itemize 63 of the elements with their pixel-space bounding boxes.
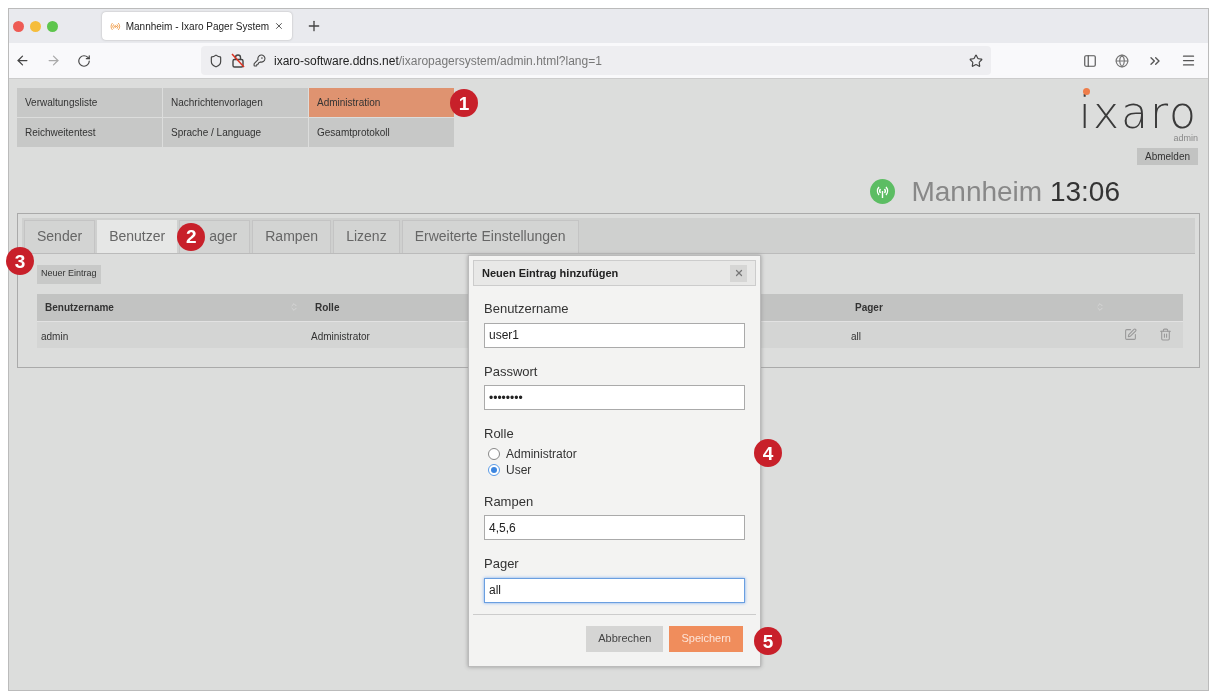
close-icon[interactable] [274, 20, 284, 32]
signal-icon [870, 179, 896, 204]
url-text: ixaro-software.ddns.net/ixaropagersystem/admin.html?lang=1 [274, 52, 602, 70]
input-field[interactable]: 4,5,6 [484, 515, 745, 540]
field-label: Pager [484, 555, 520, 573]
callout-badge: 5 [754, 627, 782, 655]
menu-icon[interactable] [1181, 53, 1196, 68]
close-window-icon[interactable] [13, 20, 24, 32]
browser-tab[interactable]: Mannheim - Ixaro Pager System [102, 12, 292, 40]
address-bar[interactable]: ixaro-software.ddns.net/ixaropagersystem/admin.html?lang=1 [201, 46, 991, 75]
menu-item[interactable]: Sprache / Language [163, 118, 308, 147]
delete-icon[interactable] [1159, 328, 1172, 341]
forward-icon[interactable] [46, 53, 61, 68]
bookmark-star-icon[interactable] [969, 53, 983, 68]
tab[interactable]: Benutzer [97, 219, 178, 253]
callout-badge: 4 [754, 439, 782, 467]
table-cell: admin [41, 330, 69, 342]
close-icon[interactable] [730, 264, 747, 282]
menu-item[interactable]: Nachrichtenvorlagen [163, 88, 308, 117]
tab[interactable]: ager [207, 219, 251, 253]
input-field[interactable]: user1 [484, 322, 745, 348]
callout-badge: 3 [6, 247, 34, 275]
location-time: Mannheim 13:06 [911, 174, 1120, 209]
user-role: admin [1173, 132, 1198, 145]
edit-icon[interactable] [1124, 328, 1137, 341]
callout-badge: 2 [177, 222, 206, 251]
radio-button[interactable] [488, 447, 500, 460]
input-field[interactable]: •••••••• [484, 385, 745, 410]
reload-icon[interactable] [77, 53, 91, 68]
logout-button[interactable]: Abmelden [1136, 147, 1198, 165]
menu-item[interactable]: Reichweitentest [17, 118, 162, 147]
tab[interactable]: Rampen [252, 219, 332, 253]
lock-slash-icon [231, 53, 245, 68]
callout-badge: 1 [450, 89, 478, 117]
cancel-button[interactable]: Abbrechen [586, 625, 664, 652]
menu-item[interactable]: Verwaltungsliste [17, 88, 162, 117]
menu-item[interactable]: Gesamtprotokoll [309, 118, 454, 147]
radio-label: User [506, 461, 532, 479]
new-entry-button[interactable]: Neuer Eintrag [37, 264, 101, 284]
column-header[interactable]: Rolle [315, 299, 340, 315]
radio-button[interactable] [488, 463, 500, 476]
table-cell: Administrator [311, 330, 370, 342]
tab[interactable]: Sender [24, 219, 96, 253]
sidebar-icon[interactable] [1083, 53, 1097, 68]
field-label: Rolle [484, 425, 515, 443]
field-label: Passwort [484, 362, 539, 381]
column-header[interactable]: Pager [855, 299, 883, 315]
back-icon[interactable] [15, 53, 30, 68]
globe-icon[interactable] [1115, 53, 1129, 68]
column-header[interactable]: Benutzername [45, 299, 114, 315]
shield-icon [209, 53, 223, 68]
menu-item[interactable]: Administration [309, 88, 454, 117]
input-field[interactable]: all [484, 577, 745, 603]
radio-label: Administrator [506, 445, 577, 463]
new-tab-icon[interactable] [306, 18, 322, 34]
dialog-title: Neuen Eintrag hinzufügen [482, 265, 619, 281]
table-cell: all [851, 330, 861, 342]
tab[interactable]: Lizenz [333, 219, 400, 253]
tab-title: Mannheim - Ixaro Pager System [125, 19, 270, 34]
field-label: Rampen [484, 492, 535, 511]
tab[interactable]: Erweiterte Einstellungen [401, 219, 579, 253]
field-label: Benutzername [484, 300, 570, 318]
key-icon [253, 54, 266, 67]
